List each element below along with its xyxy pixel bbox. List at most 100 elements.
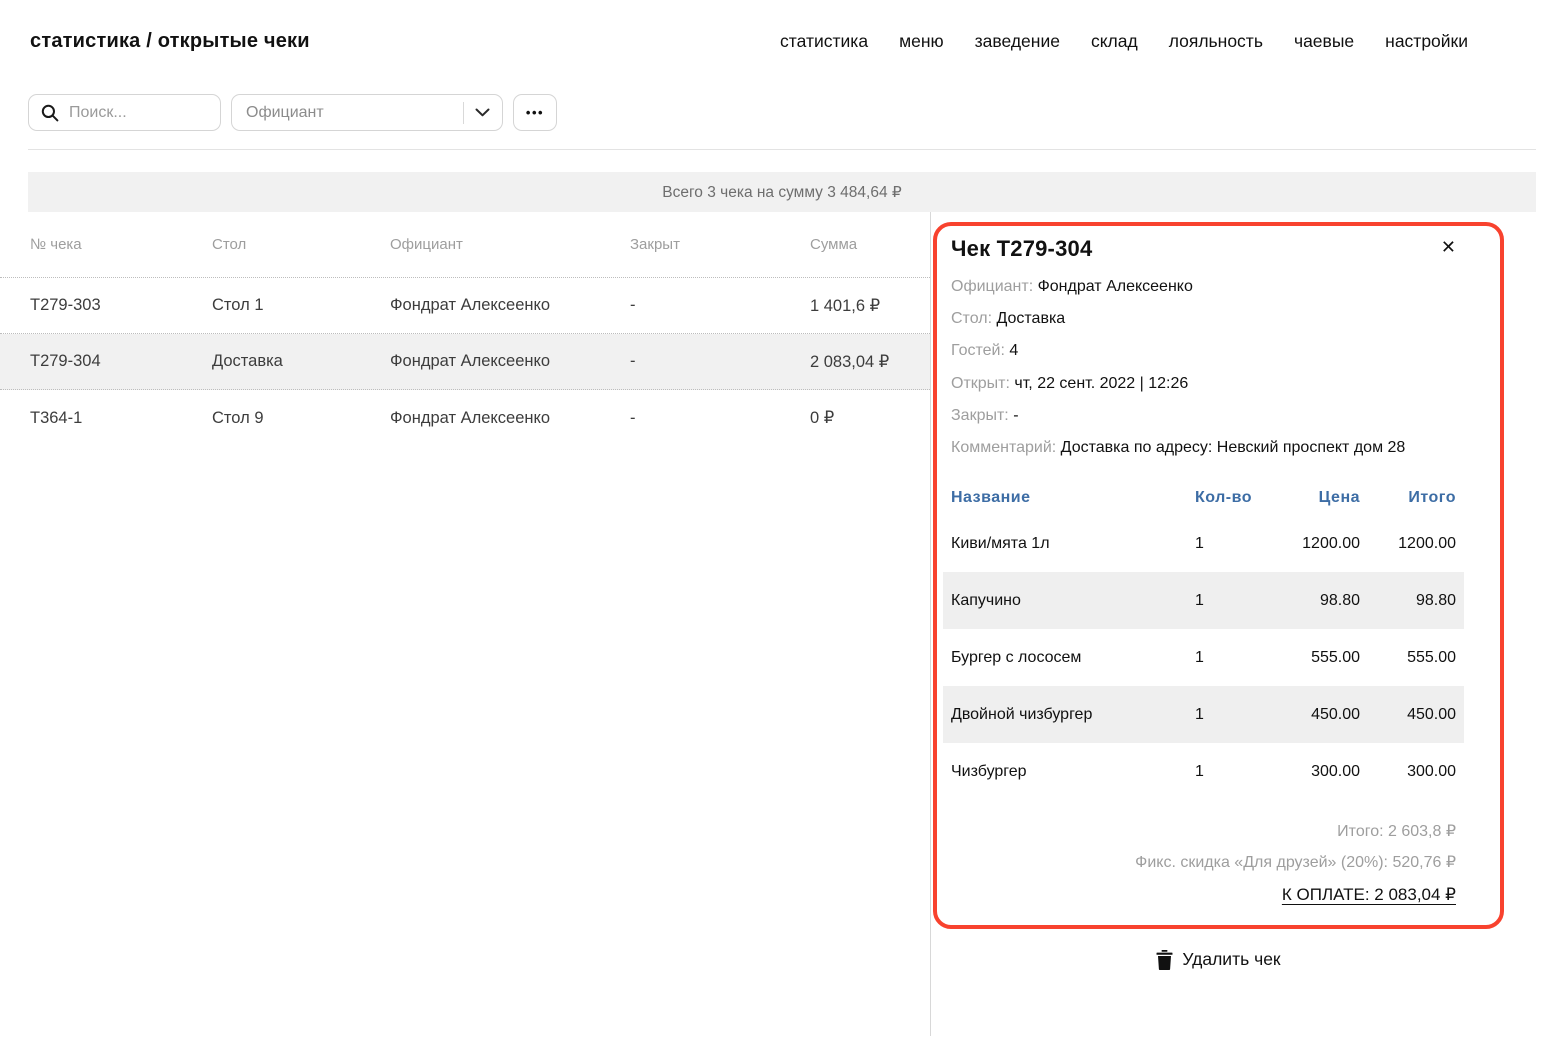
summary-bar: Всего 3 чека на сумму 3 484,64 ₽ (28, 172, 1536, 212)
select-divider (463, 102, 464, 124)
col-receipt-number: № чека (30, 236, 212, 253)
field-opened: Открыт: чт, 22 сент. 2022 | 12:26 (951, 372, 1456, 395)
delete-receipt-button[interactable]: Удалить чек (1156, 949, 1280, 970)
item-qty: 1 (1195, 649, 1257, 667)
item-name: Бургер с лососем (951, 649, 1195, 667)
item-qty: 1 (1195, 706, 1257, 724)
item-row: Киви/мята 1л 1 1200.00 1200.00 (943, 515, 1464, 572)
field-label: Закрыт: (951, 407, 1009, 424)
main: № чека Стол Официант Закрыт Сумма Т279-3… (0, 212, 1564, 1036)
waiter-filter-select[interactable]: Официант (231, 94, 503, 131)
col-sum: Сумма (810, 236, 930, 253)
more-options-button[interactable]: ••• (513, 94, 557, 131)
item-row: Двойной чизбургер 1 450.00 450.00 (943, 686, 1464, 743)
toolbar-divider (28, 149, 1536, 150)
item-row: Бургер с лососем 1 555.00 555.00 (943, 629, 1464, 686)
header: статистика / открытые чеки статистика ме… (0, 0, 1564, 53)
item-price: 450.00 (1257, 706, 1360, 724)
field-label: Стол: (951, 310, 992, 327)
nav-item-venue[interactable]: заведение (975, 31, 1060, 52)
delete-row: Удалить чек (933, 949, 1504, 970)
totals: Итого: 2 603,8 ₽ Фикс. скидка «Для друзе… (951, 816, 1456, 911)
item-qty: 1 (1195, 763, 1257, 781)
table-row-selected[interactable]: Т279-304 Доставка Фондрат Алексеенко - 2… (0, 334, 930, 390)
table-row[interactable]: Т279-303 Стол 1 Фондрат Алексеенко - 1 4… (0, 278, 930, 334)
search-box (28, 94, 221, 131)
col-table: Стол (212, 236, 390, 253)
table-row[interactable]: Т364-1 Стол 9 Фондрат Алексеенко - 0 ₽ (0, 390, 930, 446)
col-waiter: Официант (390, 236, 630, 253)
cell-waiter: Фондрат Алексеенко (390, 409, 630, 428)
field-table: Стол: Доставка (951, 307, 1456, 330)
cell-sum: 0 ₽ (810, 408, 930, 428)
subtotal: Итого: 2 603,8 ₽ (951, 816, 1456, 847)
col-item-qty: Кол-во (1195, 489, 1257, 507)
field-label: Комментарий: (951, 439, 1056, 456)
items-table-header: Название Кол-во Цена Итого (951, 481, 1456, 515)
delete-receipt-label: Удалить чек (1182, 949, 1280, 970)
col-item-name: Название (951, 489, 1195, 507)
item-price: 555.00 (1257, 649, 1360, 667)
nav-item-tips[interactable]: чаевые (1294, 31, 1354, 52)
nav-item-warehouse[interactable]: склад (1091, 31, 1138, 52)
item-name: Киви/мята 1л (951, 535, 1195, 553)
cell-sum: 1 401,6 ₽ (810, 296, 930, 316)
field-value: Доставка (996, 310, 1065, 327)
cell-receipt-number: Т364-1 (30, 409, 212, 428)
amount-due: К ОПЛАТЕ: 2 083,04 ₽ (951, 878, 1456, 911)
breadcrumb: статистика / открытые чеки (30, 30, 310, 53)
field-label: Официант: (951, 278, 1033, 295)
nav-item-menu[interactable]: меню (899, 31, 944, 52)
items-table: Название Кол-во Цена Итого Киви/мята 1л … (951, 481, 1456, 800)
col-item-price: Цена (1257, 489, 1360, 507)
top-nav: статистика меню заведение склад лояльнос… (780, 31, 1468, 52)
item-name: Двойной чизбургер (951, 706, 1195, 724)
close-icon[interactable]: ✕ (1441, 236, 1456, 259)
field-value: Фондрат Алексеенко (1038, 278, 1193, 295)
waiter-filter-label: Официант (246, 104, 463, 122)
item-total: 300.00 (1360, 763, 1456, 781)
search-input[interactable] (69, 104, 208, 122)
nav-item-loyalty[interactable]: лояльность (1169, 31, 1263, 52)
search-icon (41, 104, 59, 122)
cell-table: Стол 9 (212, 409, 390, 428)
field-value: Доставка по адресу: Невский проспект дом… (1061, 439, 1406, 456)
item-total: 450.00 (1360, 706, 1456, 724)
item-row: Капучино 1 98.80 98.80 (943, 572, 1464, 629)
item-qty: 1 (1195, 535, 1257, 553)
cell-waiter: Фондрат Алексеенко (390, 296, 630, 315)
nav-item-settings[interactable]: настройки (1385, 31, 1468, 52)
receipt-title: Чек Т279-304 (951, 236, 1092, 262)
nav-item-statistics[interactable]: статистика (780, 31, 868, 52)
item-price: 98.80 (1257, 592, 1360, 610)
item-total: 1200.00 (1360, 535, 1456, 553)
chevron-down-icon (475, 108, 490, 117)
receipt-detail-sidebar: Чек Т279-304 ✕ Официант: Фондрат Алексее… (930, 212, 1564, 1036)
trash-icon (1156, 950, 1173, 970)
toolbar: Официант ••• (28, 94, 1536, 131)
cell-table: Доставка (212, 352, 390, 371)
item-qty: 1 (1195, 592, 1257, 610)
cell-closed: - (630, 409, 810, 428)
cell-receipt-number: Т279-304 (30, 352, 212, 371)
cell-closed: - (630, 296, 810, 315)
item-name: Капучино (951, 592, 1195, 610)
cell-closed: - (630, 352, 810, 371)
receipts-table-header: № чека Стол Официант Закрыт Сумма (0, 212, 930, 278)
receipts-table: № чека Стол Официант Закрыт Сумма Т279-3… (0, 212, 930, 1036)
field-comment: Комментарий: Доставка по адресу: Невский… (951, 436, 1456, 459)
item-name: Чизбургер (951, 763, 1195, 781)
panel-header: Чек Т279-304 ✕ (951, 236, 1456, 262)
summary-text: Всего 3 чека на сумму 3 484,64 ₽ (662, 183, 901, 202)
discount: Фикс. скидка «Для друзей» (20%): 520,76 … (951, 847, 1456, 878)
item-total: 98.80 (1360, 592, 1456, 610)
field-closed: Закрыт: - (951, 404, 1456, 427)
field-guests: Гостей: 4 (951, 339, 1456, 362)
cell-sum: 2 083,04 ₽ (810, 352, 930, 372)
receipt-detail-panel: Чек Т279-304 ✕ Официант: Фондрат Алексее… (933, 222, 1504, 929)
cell-waiter: Фондрат Алексеенко (390, 352, 630, 371)
col-closed: Закрыт (630, 236, 810, 253)
field-value: чт, 22 сент. 2022 | 12:26 (1014, 375, 1188, 392)
field-waiter: Официант: Фондрат Алексеенко (951, 275, 1456, 298)
item-total: 555.00 (1360, 649, 1456, 667)
